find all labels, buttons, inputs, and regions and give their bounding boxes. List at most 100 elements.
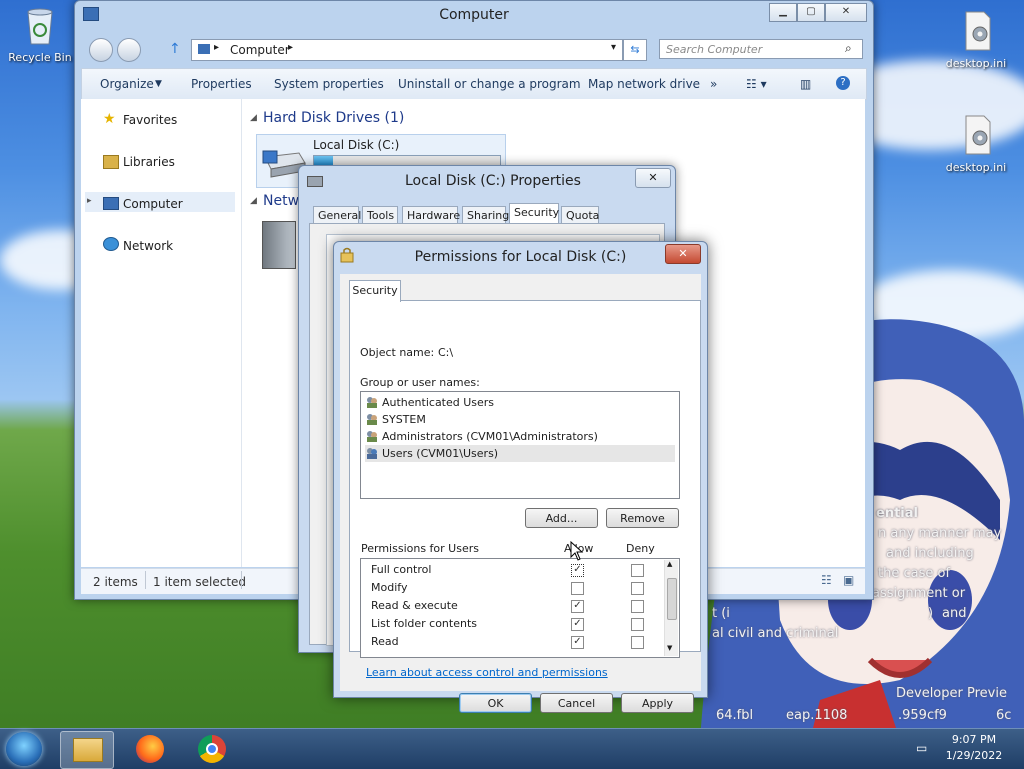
tab-tools[interactable]: Tools [362,206,398,223]
star-icon: ★ [103,111,116,127]
breadcrumb-computer[interactable]: Computer [230,43,290,57]
breadcrumb-chevron-icon: ▸ [288,42,294,53]
overlay-text: n any manner may [878,526,1002,541]
search-input[interactable]: Search Computer [659,39,863,59]
system-clock[interactable]: 9:07 PM 1/29/2022 [944,732,1004,764]
nav-item-computer[interactable]: Computer [123,197,183,211]
overlay-text: 6c [996,708,1012,723]
scrollbar-thumb[interactable] [667,578,677,620]
desktop-icon-label: desktop.ini [945,57,1007,70]
start-button[interactable] [6,732,42,766]
apply-button[interactable]: Apply [621,693,694,713]
settings-file-icon [965,115,991,155]
settings-file-icon [965,11,991,51]
taskbar-chrome[interactable] [186,731,238,767]
scroll-up-arrow-icon[interactable]: ▲ [667,560,672,568]
cancel-button[interactable]: Cancel [540,693,613,713]
user-list-item[interactable]: Authenticated Users [365,394,675,411]
allow-checkbox[interactable]: ✓ [571,636,584,649]
help-icon[interactable]: ? [836,76,850,90]
permissions-table: Full control ✓ Modify Read & execute ✓ L… [360,558,680,658]
permission-name: Full control [371,563,432,576]
organize-button[interactable]: Organize [100,77,154,91]
uninstall-program-button[interactable]: Uninstall or change a program [398,77,581,91]
close-button[interactable]: ✕ [635,168,671,188]
deny-checkbox[interactable] [631,636,644,649]
back-button[interactable] [89,38,113,62]
tab-quota[interactable]: Quota [561,206,599,223]
window-title: Computer [439,7,509,23]
refresh-icon[interactable]: ⇆ [623,39,647,61]
permission-row: Read & execute ✓ [371,597,661,615]
deny-checkbox[interactable] [631,564,644,577]
tab-sharing[interactable]: Sharing [462,206,509,223]
maximize-button[interactable]: ▢ [797,3,825,22]
user-list-item[interactable]: SYSTEM [365,411,675,428]
allow-checkbox[interactable]: ✓ [571,564,584,577]
close-button[interactable]: ✕ [665,244,701,264]
map-network-drive-button[interactable]: Map network drive [588,77,700,91]
dialog-title: Local Disk (C:) Properties [405,173,581,189]
remove-button[interactable]: Remove [606,508,679,528]
learn-access-control-link[interactable]: Learn about access control and permissio… [366,666,608,679]
overlay-text: eap.1108 [786,708,848,723]
dropdown-arrow-icon[interactable]: ▾ [611,42,616,53]
overlay-text: .959cf9 [898,708,947,723]
user-group-icon [367,397,377,408]
section-header-hard-disk-drives[interactable]: Hard Disk Drives (1) [263,110,404,126]
collapse-arrow-icon[interactable]: ◢ [250,113,257,123]
details-view-icon[interactable]: ☷ [821,573,832,587]
deny-checkbox[interactable] [631,618,644,631]
minimize-button[interactable]: ▁ [769,3,797,22]
folder-icon [73,738,103,762]
deny-column-header: Deny [626,542,655,555]
user-group-icon [367,431,377,442]
properties-button[interactable]: Properties [191,77,252,91]
network-icon [103,237,119,251]
allow-checkbox[interactable]: ✓ [571,600,584,613]
taskbar-firefox[interactable] [124,731,176,767]
system-properties-button[interactable]: System properties [274,77,384,91]
allow-checkbox[interactable]: ✓ [571,618,584,631]
desktop-icon-recycle-bin[interactable]: Recycle Bin [0,4,80,64]
preview-pane-icon[interactable]: ▥ [800,77,811,91]
mouse-cursor-icon [570,541,584,561]
nav-item-network[interactable]: Network [123,239,173,253]
permission-row: Full control ✓ [371,561,661,579]
network-status-icon[interactable]: ▭ [916,741,927,755]
deny-checkbox[interactable] [631,600,644,613]
status-selected-count: 1 item selected [153,575,247,589]
deny-checkbox[interactable] [631,582,644,595]
desktop-icon-desktop-ini[interactable]: desktop.ini [936,114,1016,174]
scroll-down-arrow-icon[interactable]: ▼ [667,644,672,652]
section-header-network-location[interactable]: Netw [263,193,299,209]
permissions-for-label: Permissions for Users [361,542,479,555]
nav-item-favorites[interactable]: Favorites [123,113,177,127]
taskbar-explorer[interactable] [60,731,114,769]
command-bar: Organize ▼ Properties System properties … [81,68,867,100]
chrome-icon [198,735,226,763]
user-list-item[interactable]: Administrators (CVM01\Administrators) [365,428,675,445]
user-list-item-selected[interactable]: Users (CVM01\Users) [365,445,675,462]
tab-general[interactable]: General [313,206,361,223]
collapse-arrow-icon[interactable]: ◢ [250,196,257,206]
more-commands-button[interactable]: » [710,77,717,91]
overlay-text: and [942,606,967,621]
allow-checkbox[interactable] [571,582,584,595]
tab-hardware[interactable]: Hardware [402,206,460,223]
desktop-icon-desktop-ini[interactable]: desktop.ini [936,10,1016,70]
up-arrow-icon[interactable]: ↑ [169,41,183,57]
large-icons-view-icon[interactable]: ▣ [843,573,854,587]
user-name: Authenticated Users [382,396,495,409]
forward-button[interactable] [117,38,141,62]
permissions-scrollbar[interactable]: ▲ ▼ [664,560,678,656]
tab-security[interactable]: Security [509,203,559,224]
expand-arrow-icon[interactable]: ▸ [87,196,92,206]
add-button[interactable]: Add... [525,508,598,528]
ok-button[interactable]: OK [459,693,532,713]
tab-security[interactable]: Security [349,280,401,302]
view-options-icon[interactable]: ☷ ▾ [746,77,767,91]
close-button[interactable]: ✕ [825,3,867,22]
nav-item-libraries[interactable]: Libraries [123,155,175,169]
address-bar[interactable]: ▸ Computer ▸ ▾ [191,39,623,61]
